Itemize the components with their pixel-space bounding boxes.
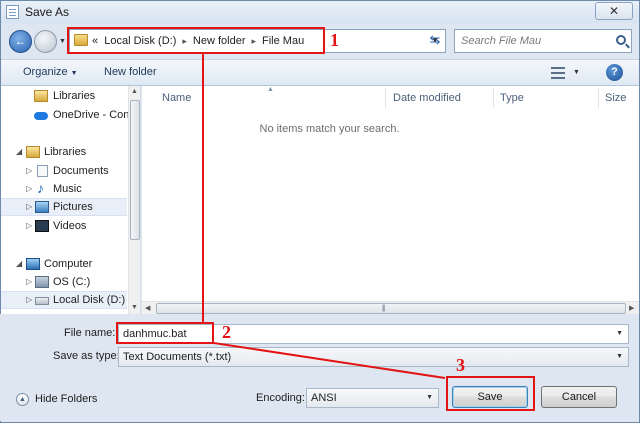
annotation-connector-2-3 <box>213 342 446 379</box>
annotation-connectors <box>202 54 446 379</box>
